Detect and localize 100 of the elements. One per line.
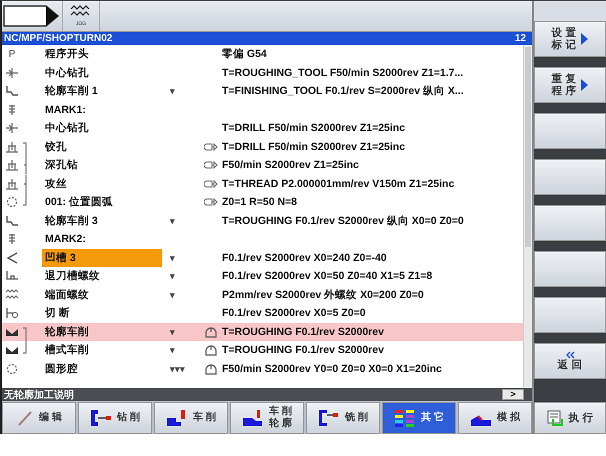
step-name: 圆形腔 [44, 362, 79, 377]
step-name: 攻丝 [44, 176, 68, 192]
program-row[interactable]: 001: 位置圆弧 Z0=1 R=50 N=8 [2, 193, 523, 212]
contour-link-icon [205, 344, 217, 356]
undercut-icon [5, 270, 19, 282]
position-link-icon [204, 198, 218, 206]
expand-marker: ▾ [170, 290, 175, 300]
status-message: 无轮廓加工说明 [4, 388, 74, 402]
softkey-button[interactable] [534, 205, 606, 241]
softkey-button[interactable]: 设 置 标 记 [534, 21, 606, 57]
contour-icon [5, 214, 19, 227]
step-parameters: T=DRILL F50/min S2000rev Z1=25inc [222, 122, 406, 134]
step-name: 轮廓车削 [44, 324, 90, 340]
step-parameters: F50/min S2000rev Y0=0 Z0=0 X0=0 X1=20inc [222, 362, 442, 375]
program-row[interactable]: 凹槽 3 ▾ F0.1/rev S2000rev X0=240 Z0=-40 [2, 248, 523, 267]
circle-icon [5, 362, 19, 375]
machine-mode-icon [2, 3, 62, 29]
position-link-icon [204, 180, 218, 188]
drill-icon [5, 140, 19, 153]
step-parameters: T=FINISHING_TOOL F0.1/rev S=2000rev 纵向 X... [222, 85, 464, 98]
program-row[interactable]: P 程序开头 零偏 G54 [2, 45, 523, 64]
step-parameters: T=THREAD P2.000001mm/rev V150m Z1=25inc [222, 178, 454, 190]
program-row[interactable]: 圆形腔 ▾▾▾ F50/min S2000rev Y0=0 Z0=0 X0=0 X1=20inc [2, 360, 523, 378]
lathe-contour-icon [242, 409, 264, 427]
expand-marker: ▾ [170, 216, 175, 226]
program-row[interactable]: 深孔钻 F50/min S2000rev Z1=25inc [2, 156, 523, 174]
softkey-button[interactable] [534, 297, 606, 333]
step-parameters: P2mm/rev S2000rev 外螺纹 X0=200 Z0=0 [222, 288, 424, 301]
softkey-button[interactable] [534, 251, 606, 287]
contour-link-icon [205, 362, 217, 375]
pocket-icon [5, 344, 19, 356]
program-row[interactable]: 中心钻孔 T=ROUGHING_TOOL F50/min S2000rev Z1=1.7... [2, 64, 523, 82]
drill-icon [5, 159, 19, 172]
softkey-button[interactable]: 钻 削 [78, 402, 152, 434]
softkey-button[interactable]: 重 复 程 序 [534, 67, 606, 103]
drill-icon [90, 409, 112, 427]
step-name: 中心钻孔 [44, 120, 90, 136]
next-button[interactable]: > [502, 389, 524, 400]
scrollbar-thumb[interactable] [525, 47, 531, 247]
expand-marker: ▾ [170, 326, 175, 337]
program-path: NC/MPF/SHOPTURN02 [4, 33, 112, 44]
groove-icon [5, 252, 19, 264]
step-name: 凹槽 3 [42, 248, 162, 267]
step-parameters: F0.1/rev S2000rev X0=5 Z0=0 [222, 307, 366, 320]
step-parameters: F0.1/rev S2000rev X0=50 Z0=40 X1=5 Z1=8 [222, 270, 432, 282]
expand-marker: ▾▾▾ [170, 364, 185, 374]
softkey-button[interactable] [534, 159, 606, 195]
program-row[interactable]: 轮廓车削 ▾ T=ROUGHING F0.1/rev S2000rev [2, 322, 523, 341]
parting-icon [5, 307, 19, 320]
softkey-button[interactable]: 车 削 [154, 402, 228, 434]
center-drill-icon [5, 66, 19, 79]
execute-icon [546, 410, 563, 426]
softkey-button[interactable] [534, 113, 606, 149]
expand-marker: ▾ [170, 345, 175, 356]
step-name: 深孔钻 [44, 158, 79, 174]
step-name: 端面螺纹 [44, 288, 90, 303]
circle-icon [5, 196, 19, 208]
expand-marker: ▾ [170, 271, 175, 282]
step-name: MARK2: [44, 232, 87, 248]
step-name: 铰孔 [44, 140, 68, 155]
step-parameters: 零偏 G54 [222, 48, 267, 60]
step-name: 轮廓车削 1 [44, 84, 99, 100]
softkey-button[interactable]: 模 拟 [458, 402, 532, 434]
back-button[interactable]: 返 回 [534, 343, 606, 379]
program-row[interactable]: 铰孔 T=DRILL F50/min S2000rev Z1=25inc [2, 138, 523, 156]
program-row[interactable]: MARK1: [2, 100, 523, 119]
double-chevron-icon [565, 351, 575, 359]
program-row[interactable]: MARK2: [2, 230, 523, 248]
program-row[interactable]: 攻丝 T=THREAD P2.000001mm/rev V150m Z1=25inc [2, 174, 523, 193]
expand-marker: ▾ [170, 86, 175, 96]
step-parameters: T=ROUGHING F0.1/rev S2000rev [222, 344, 384, 356]
softkey-button[interactable]: 编 辑 [2, 402, 76, 434]
step-parameters: Z0=1 R=50 N=8 [222, 196, 298, 208]
pencil-icon [16, 409, 34, 427]
contour-icon [5, 85, 19, 98]
softkey-button[interactable]: 车 削 轮 廓 [230, 402, 304, 434]
position-link-icon [204, 161, 218, 170]
block-count: 12 [514, 33, 527, 44]
step-name: 程序开头 [44, 46, 90, 62]
submenu-arrow-icon [581, 33, 588, 45]
step-name: 轮廓车削 3 [44, 214, 99, 229]
program-row[interactable]: 槽式车削 ▾ T=ROUGHING F0.1/rev S2000rev [2, 341, 523, 360]
position-link-icon [204, 142, 218, 151]
softkey-button[interactable]: 其 它 [382, 402, 456, 434]
program-icon: P [8, 48, 16, 60]
program-row[interactable]: 轮廓车削 3 ▾ T=ROUGHING F0.1/rev S2000rev 纵向 X0=0 Z0=0 [2, 212, 523, 230]
execute-button[interactable]: 执 行 [534, 402, 606, 434]
step-parameters: T=ROUGHING F0.1/rev S2000rev [222, 326, 384, 338]
program-row[interactable]: 轮廓车削 1 ▾ T=FINISHING_TOOL F0.1/rev S=2000rev 纵向 X... [2, 82, 523, 100]
step-name: MARK1: [44, 102, 87, 118]
step-parameters: T=ROUGHING_TOOL F50/min S2000rev Z1=1.7... [222, 66, 464, 79]
submenu-arrow-icon [581, 79, 588, 91]
program-row[interactable]: 退刀槽螺纹 ▾ F0.1/rev S2000rev X0=50 Z0=40 X1=5 Z1=8 [2, 267, 523, 286]
mill-icon [318, 409, 340, 427]
center-drill-icon [5, 122, 19, 134]
program-row[interactable]: 中心钻孔 T=DRILL F50/min S2000rev Z1=25inc [2, 119, 523, 138]
softkey-button[interactable]: 铣 削 [306, 402, 380, 434]
program-row[interactable]: 端面螺纹 ▾ P2mm/rev S2000rev 外螺纹 X0=200 Z0=0 [2, 286, 523, 304]
program-row[interactable]: 切 断 F0.1/rev S2000rev X0=5 Z0=0 [2, 304, 523, 322]
step-name: 切 断 [44, 306, 71, 322]
